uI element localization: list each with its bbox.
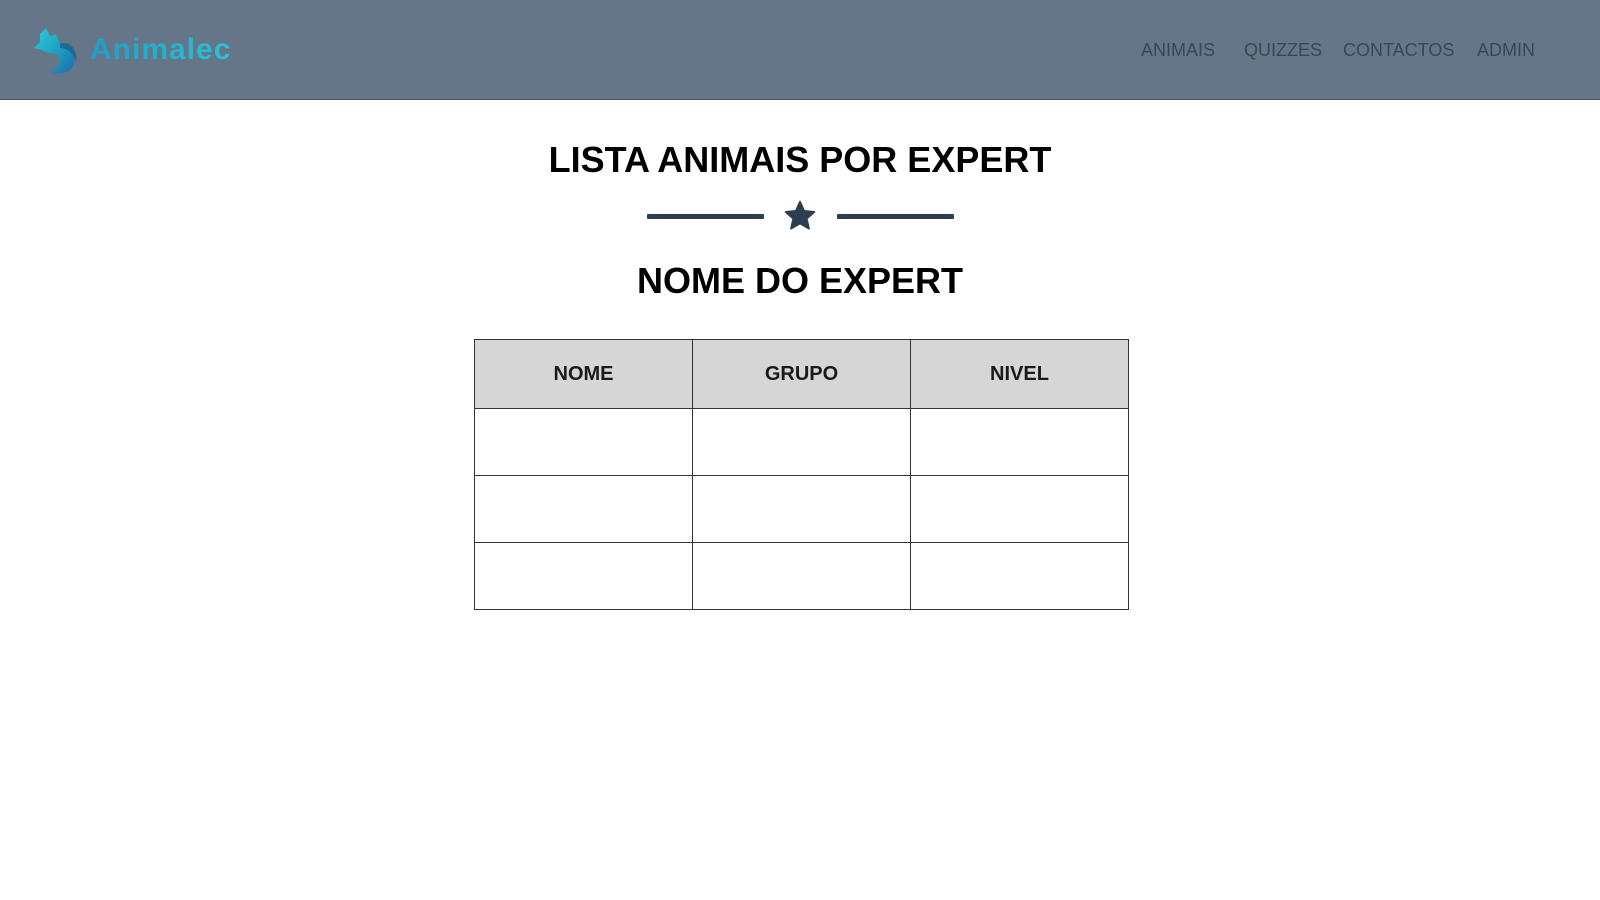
table-cell-nivel bbox=[910, 408, 1129, 476]
table-cell-nome bbox=[474, 408, 693, 476]
table-cell-grupo bbox=[692, 408, 911, 476]
table-row bbox=[474, 475, 1129, 543]
table-row bbox=[474, 542, 1129, 610]
nav-link-contactos[interactable]: CONTACTOS bbox=[1343, 38, 1454, 62]
page-title: LISTA ANIMAIS POR EXPERT bbox=[548, 139, 1052, 180]
divider-line-right bbox=[837, 214, 954, 219]
divider-line-left bbox=[647, 214, 764, 219]
table-cell-nivel bbox=[910, 542, 1129, 610]
table-cell-nome bbox=[474, 475, 693, 543]
fox-logo-icon bbox=[34, 28, 77, 74]
navbar: Animalec ANIMAIS QUIZZES CONTACTOS ADMIN bbox=[0, 0, 1600, 100]
column-header-grupo: GRUPO bbox=[692, 339, 911, 409]
nav-link-quizzes[interactable]: QUIZZES bbox=[1244, 38, 1322, 62]
nav-link-animais[interactable]: ANIMAIS bbox=[1141, 38, 1215, 62]
expert-name-heading: NOME DO EXPERT bbox=[636, 260, 964, 301]
table-cell-nivel bbox=[910, 475, 1129, 543]
table-cell-grupo bbox=[692, 475, 911, 543]
table-header-row: NOME GRUPO NIVEL bbox=[474, 339, 1129, 409]
brand-logo-link[interactable]: Animalec bbox=[30, 24, 231, 76]
nav-link-admin[interactable]: ADMIN bbox=[1477, 38, 1535, 62]
table-cell-nome bbox=[474, 542, 693, 610]
star-icon bbox=[784, 200, 816, 230]
table-row bbox=[474, 408, 1129, 476]
brand-name: Animalec bbox=[90, 33, 232, 66]
column-header-nivel: NIVEL bbox=[910, 339, 1129, 409]
animals-table: NOME GRUPO NIVEL bbox=[474, 339, 1129, 610]
table-cell-grupo bbox=[692, 542, 911, 610]
column-header-nome: NOME bbox=[474, 339, 693, 409]
star-divider bbox=[647, 196, 955, 236]
